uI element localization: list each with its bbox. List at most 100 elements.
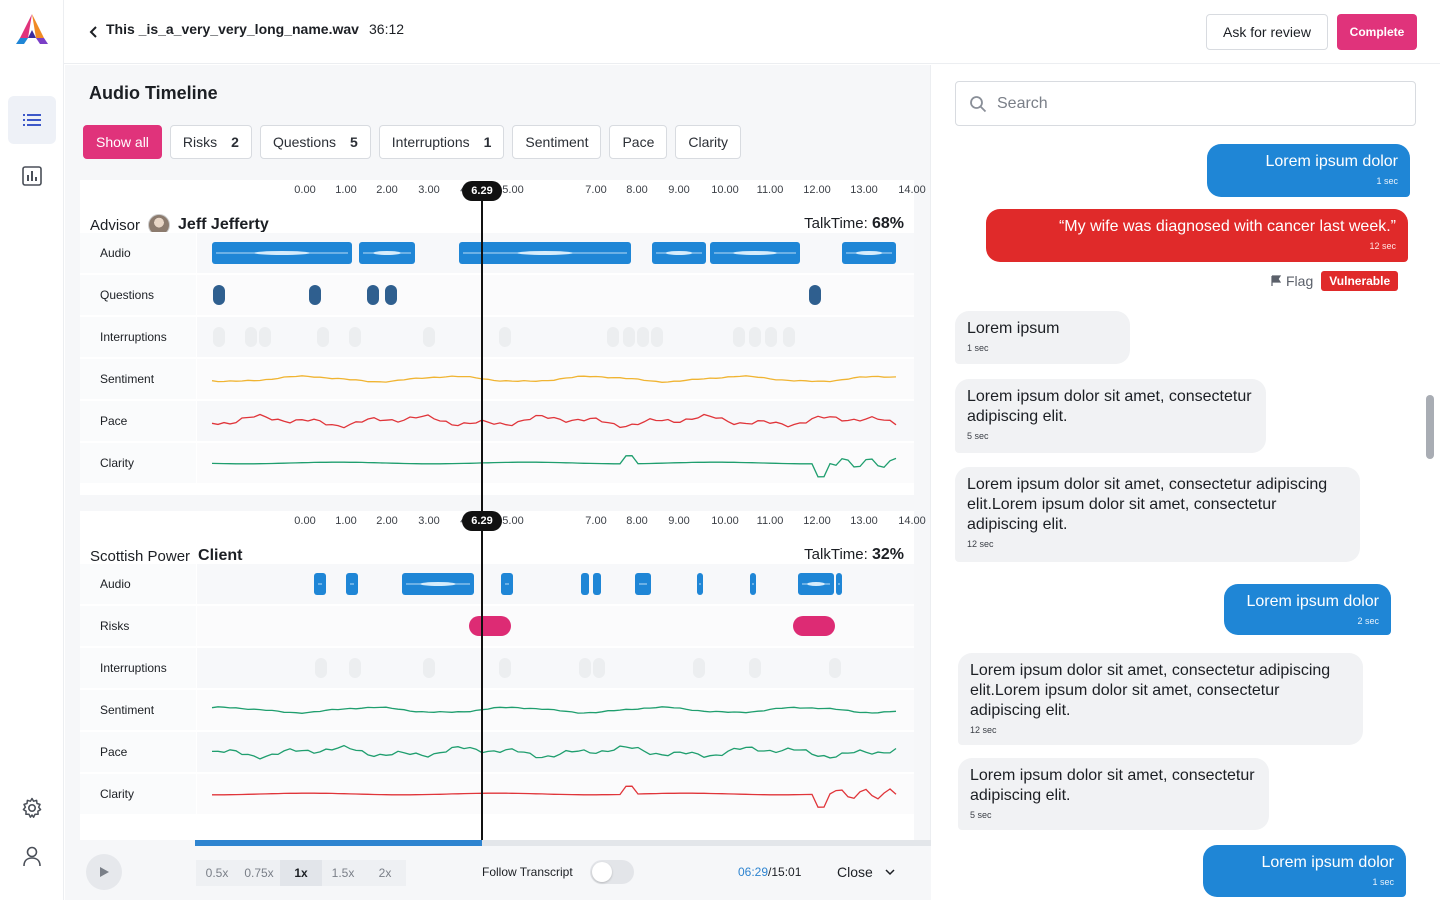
message-bubble-customer[interactable]: Lorem ipsum dolor sit amet, consectetur … [955, 379, 1266, 453]
row-label: Interruptions [100, 330, 167, 344]
close-player-button[interactable]: Close [837, 864, 895, 880]
tick-label: 11.00 [756, 184, 784, 196]
event-marker[interactable] [623, 327, 635, 347]
event-marker[interactable] [423, 327, 435, 347]
event-marker[interactable] [607, 327, 619, 347]
nav-profile[interactable] [8, 832, 56, 880]
vulnerable-badge: Vulnerable [1321, 271, 1399, 291]
event-marker[interactable] [385, 285, 397, 305]
tick-label: 1.00 [335, 184, 357, 196]
filter-interruptions[interactable]: Interruptions 1 [378, 125, 505, 159]
flag-icon [1271, 275, 1282, 286]
filter-sentiment[interactable]: Sentiment [512, 125, 602, 159]
waveform-peak [254, 251, 310, 255]
message-bubble-customer[interactable]: Lorem ipsum 1 sec [955, 311, 1130, 364]
filter-questions[interactable]: Questions 5 [259, 125, 371, 159]
search-input[interactable] [997, 94, 1397, 113]
row-track[interactable] [197, 233, 914, 273]
row-label: Clarity [100, 787, 135, 801]
event-marker[interactable] [499, 327, 511, 347]
event-marker[interactable] [733, 327, 745, 347]
message-bubble-flagged[interactable]: “My wife was diagnosed with cancer last … [986, 209, 1408, 262]
speed-option[interactable]: 0.75x [238, 860, 280, 886]
nav-settings[interactable] [8, 784, 56, 832]
row-track[interactable] [197, 275, 914, 315]
message-bubble-agent[interactable]: Lorem ipsum dolor 1 sec [1207, 144, 1410, 197]
message-bubble-customer[interactable]: Lorem ipsum dolor sit amet, consectetur … [958, 653, 1363, 745]
message-text: Lorem ipsum dolor [1265, 153, 1399, 170]
metric-line [211, 375, 897, 383]
event-marker[interactable] [829, 658, 841, 678]
audio-segment[interactable] [581, 573, 589, 595]
event-marker[interactable] [213, 285, 225, 305]
event-marker[interactable] [499, 658, 511, 678]
playhead-badge[interactable]: 6.29 [462, 511, 502, 531]
event-marker[interactable] [765, 327, 777, 347]
message-duration: 12 sec [1369, 241, 1396, 251]
row-track[interactable] [197, 317, 914, 357]
event-marker[interactable] [637, 327, 649, 347]
risk-marker[interactable] [469, 616, 511, 636]
row-track[interactable] [197, 443, 914, 483]
speed-option[interactable]: 1.5x [322, 860, 364, 886]
event-marker[interactable] [749, 327, 761, 347]
nav-analytics[interactable] [8, 152, 56, 200]
message-bubble-customer[interactable]: Lorem ipsum dolor sit amet, consectetur … [955, 467, 1360, 562]
row-label: Sentiment [100, 372, 155, 386]
play-button[interactable] [86, 854, 122, 890]
event-marker[interactable] [309, 285, 321, 305]
event-marker[interactable] [593, 658, 605, 678]
filter-show-all[interactable]: Show all [83, 125, 162, 159]
row-track[interactable] [197, 774, 914, 814]
audio-segment[interactable] [593, 573, 601, 595]
event-marker[interactable] [317, 327, 329, 347]
event-marker[interactable] [349, 658, 361, 678]
event-marker[interactable] [213, 327, 225, 347]
event-marker[interactable] [783, 327, 795, 347]
event-marker[interactable] [245, 327, 257, 347]
event-marker[interactable] [693, 658, 705, 678]
row-track[interactable] [197, 732, 914, 772]
message-bubble-agent[interactable]: Lorem ipsum dolor 2 sec [1224, 584, 1391, 635]
transcript-scrollbar[interactable] [1426, 395, 1434, 459]
flag-button[interactable]: Flag [1270, 273, 1313, 289]
filter-pace[interactable]: Pace [609, 125, 668, 159]
row-track[interactable] [197, 564, 914, 604]
event-marker[interactable] [367, 285, 379, 305]
row-label-cell: Audio [80, 564, 196, 604]
row-label-cell: Clarity [80, 774, 196, 814]
playhead-badge[interactable]: 6.29 [462, 181, 502, 201]
track-graphic [211, 744, 897, 760]
filter-clarity[interactable]: Clarity [675, 125, 742, 159]
event-marker[interactable] [259, 327, 271, 347]
progress-fill [195, 840, 482, 846]
close-label: Close [837, 864, 873, 880]
event-marker[interactable] [651, 327, 663, 347]
back-chevron-icon[interactable] [88, 24, 100, 40]
event-marker[interactable] [423, 658, 435, 678]
event-marker[interactable] [315, 658, 327, 678]
row-track[interactable] [197, 401, 914, 441]
speed-option[interactable]: 0.5x [196, 860, 238, 886]
filter-risks[interactable]: Risks 2 [169, 125, 252, 159]
event-marker[interactable] [749, 658, 761, 678]
complete-button[interactable]: Complete [1337, 14, 1417, 50]
nav-timeline[interactable] [8, 96, 56, 144]
event-marker[interactable] [349, 327, 361, 347]
risk-marker[interactable] [793, 616, 835, 636]
row-track[interactable] [197, 690, 914, 730]
follow-transcript-toggle[interactable] [590, 860, 634, 884]
event-marker[interactable] [809, 285, 821, 305]
row-track[interactable] [197, 606, 914, 646]
message-bubble-customer[interactable]: Lorem ipsum dolor sit amet, consectetur … [958, 758, 1269, 830]
speed-option[interactable]: 2x [364, 860, 406, 886]
row-track[interactable] [197, 648, 914, 688]
speed-option-selected[interactable]: 1x [280, 860, 322, 886]
metric-line [211, 455, 897, 478]
event-marker[interactable] [579, 658, 591, 678]
ask-for-review-button[interactable]: Ask for review [1206, 14, 1328, 50]
tick-label: 0.00 [294, 184, 316, 196]
message-bubble-agent[interactable]: Lorem ipsum dolor 1 sec [1203, 845, 1406, 897]
timeline-row-audio: Audio [80, 232, 914, 273]
row-track[interactable] [197, 359, 914, 399]
